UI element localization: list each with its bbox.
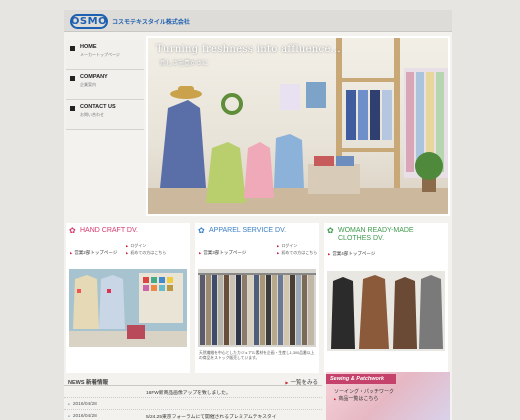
square-bullet-icon	[70, 76, 75, 81]
news-section: NEWS 新着情報 一覧をみる 16FW新商品画像アップを致しました。 2016…	[64, 376, 322, 420]
news-item[interactable]: 2016/04/28 5/24.25東京フォーラムにて開催されるプレミアムテキス…	[64, 410, 322, 420]
login-link[interactable]: ログイン	[277, 243, 297, 249]
flower-icon: ✿	[327, 226, 334, 235]
flower-icon: ✿	[69, 226, 76, 235]
news-item[interactable]: 2016/04/28	[64, 398, 322, 410]
news-item-date: 2016/04/28	[68, 402, 97, 407]
woman-ready-made-photo	[327, 271, 445, 351]
division-description: 天然繊維を中心としたカジュアル素材を企画・生産し1,300品番以上の商品をストッ…	[199, 351, 315, 360]
hero-subtitle: 新しさを豊かさに	[160, 61, 209, 67]
left-nav: HOME メーカートップページ COMPANY 企業案内 CONTACT US …	[66, 40, 144, 130]
nav-item-title: COMPANY	[80, 74, 108, 80]
login-link[interactable]: ログイン	[126, 243, 146, 249]
nav-item-home[interactable]: HOME メーカートップページ	[66, 40, 144, 70]
division-links: 営業2部トップページ ログイン 初めての方はこちら	[66, 243, 190, 267]
nav-item-title: CONTACT US	[80, 104, 116, 110]
nav-item-subtitle: 企業案内	[80, 82, 96, 87]
news-item-text: 16FW新商品画像アップを致しました。	[146, 391, 231, 396]
division-title[interactable]: ✿ WOMAN READY-MADE CLOTHES DV.	[324, 223, 448, 253]
banner-line-1: ソーイング・パッチワーク	[334, 389, 395, 395]
apparel-rack-illustration	[198, 269, 316, 347]
nav-item-company[interactable]: COMPANY 企業案内	[66, 70, 144, 100]
division-links: 営業3部トップページ ログイン 初めての方はこちら	[195, 243, 319, 267]
news-title: NEWS 新着情報	[68, 380, 109, 386]
nav-item-title: HOME	[80, 44, 97, 50]
nav-item-subtitle: メーカートップページ	[80, 52, 120, 57]
logo-mark: OSMO	[70, 13, 108, 29]
first-visit-link[interactable]: 初めての方はこちら	[126, 250, 166, 256]
nav-item-contact[interactable]: CONTACT US お問い合わせ	[66, 100, 144, 130]
handcraft-illustration	[69, 269, 187, 347]
handcraft-photo	[69, 269, 187, 347]
logo-company-name: コスモテキスタイル株式会社	[112, 19, 190, 26]
hero-title: Turning freshness into affluence…	[156, 44, 341, 55]
division-card-woman-ready-made: ✿ WOMAN READY-MADE CLOTHES DV. 営業4部トップペー…	[324, 223, 448, 373]
banner-line-2: 商品一覧はこちら	[334, 395, 378, 402]
division-title-text: APPAREL SERVICE DV.	[209, 227, 287, 234]
news-more-link[interactable]: 一覧をみる	[285, 378, 318, 386]
division-top-page-link[interactable]: 営業2部トップページ	[70, 250, 117, 256]
division-top-page-link[interactable]: 営業4部トップページ	[328, 251, 375, 257]
site-header: OSMO コスモテキスタイル株式会社	[64, 10, 452, 32]
sewing-patchwork-banner[interactable]: Sewing & Patchwork ソーイング・パッチワーク 商品一覧はこちら	[326, 372, 450, 420]
news-item[interactable]: 16FW新商品画像アップを致しました。	[64, 386, 322, 398]
nav-item-subtitle: お問い合わせ	[80, 112, 104, 117]
banner-title: Sewing & Patchwork	[326, 374, 396, 384]
news-item-text: 5/24.25東京フォーラムにて開催されるプレミアムテキスタイ	[146, 415, 277, 420]
page: OSMO コスモテキスタイル株式会社 HOME メーカートップページ COMPA…	[64, 10, 452, 420]
logo[interactable]: OSMO コスモテキスタイル株式会社	[70, 13, 190, 29]
division-title-text: WOMAN READY-MADE CLOTHES DV.	[338, 227, 414, 242]
division-top-page-link[interactable]: 営業3部トップページ	[199, 250, 246, 256]
apparel-photo	[198, 269, 316, 347]
square-bullet-icon	[70, 46, 75, 51]
flower-icon: ✿	[198, 226, 205, 235]
division-title-text: HAND CRAFT DV.	[80, 227, 138, 234]
coats-illustration	[327, 271, 445, 351]
square-bullet-icon	[70, 106, 75, 111]
hero-showroom-image: Turning freshness into affluence… 新しさを豊か…	[146, 36, 450, 216]
division-card-apparel: ✿ APPAREL SERVICE DV. 営業3部トップページ ログイン 初め…	[195, 223, 319, 373]
division-title[interactable]: ✿ APPAREL SERVICE DV.	[195, 223, 319, 249]
news-header: NEWS 新着情報 一覧をみる	[64, 376, 322, 386]
news-item-date: 2016/04/28	[68, 414, 97, 419]
first-visit-link[interactable]: 初めての方はこちら	[277, 250, 317, 256]
division-links: 営業4部トップページ	[324, 251, 448, 267]
division-card-handcraft: ✿ HAND CRAFT DV. 営業2部トップページ ログイン 初めての方はこ…	[66, 223, 190, 373]
